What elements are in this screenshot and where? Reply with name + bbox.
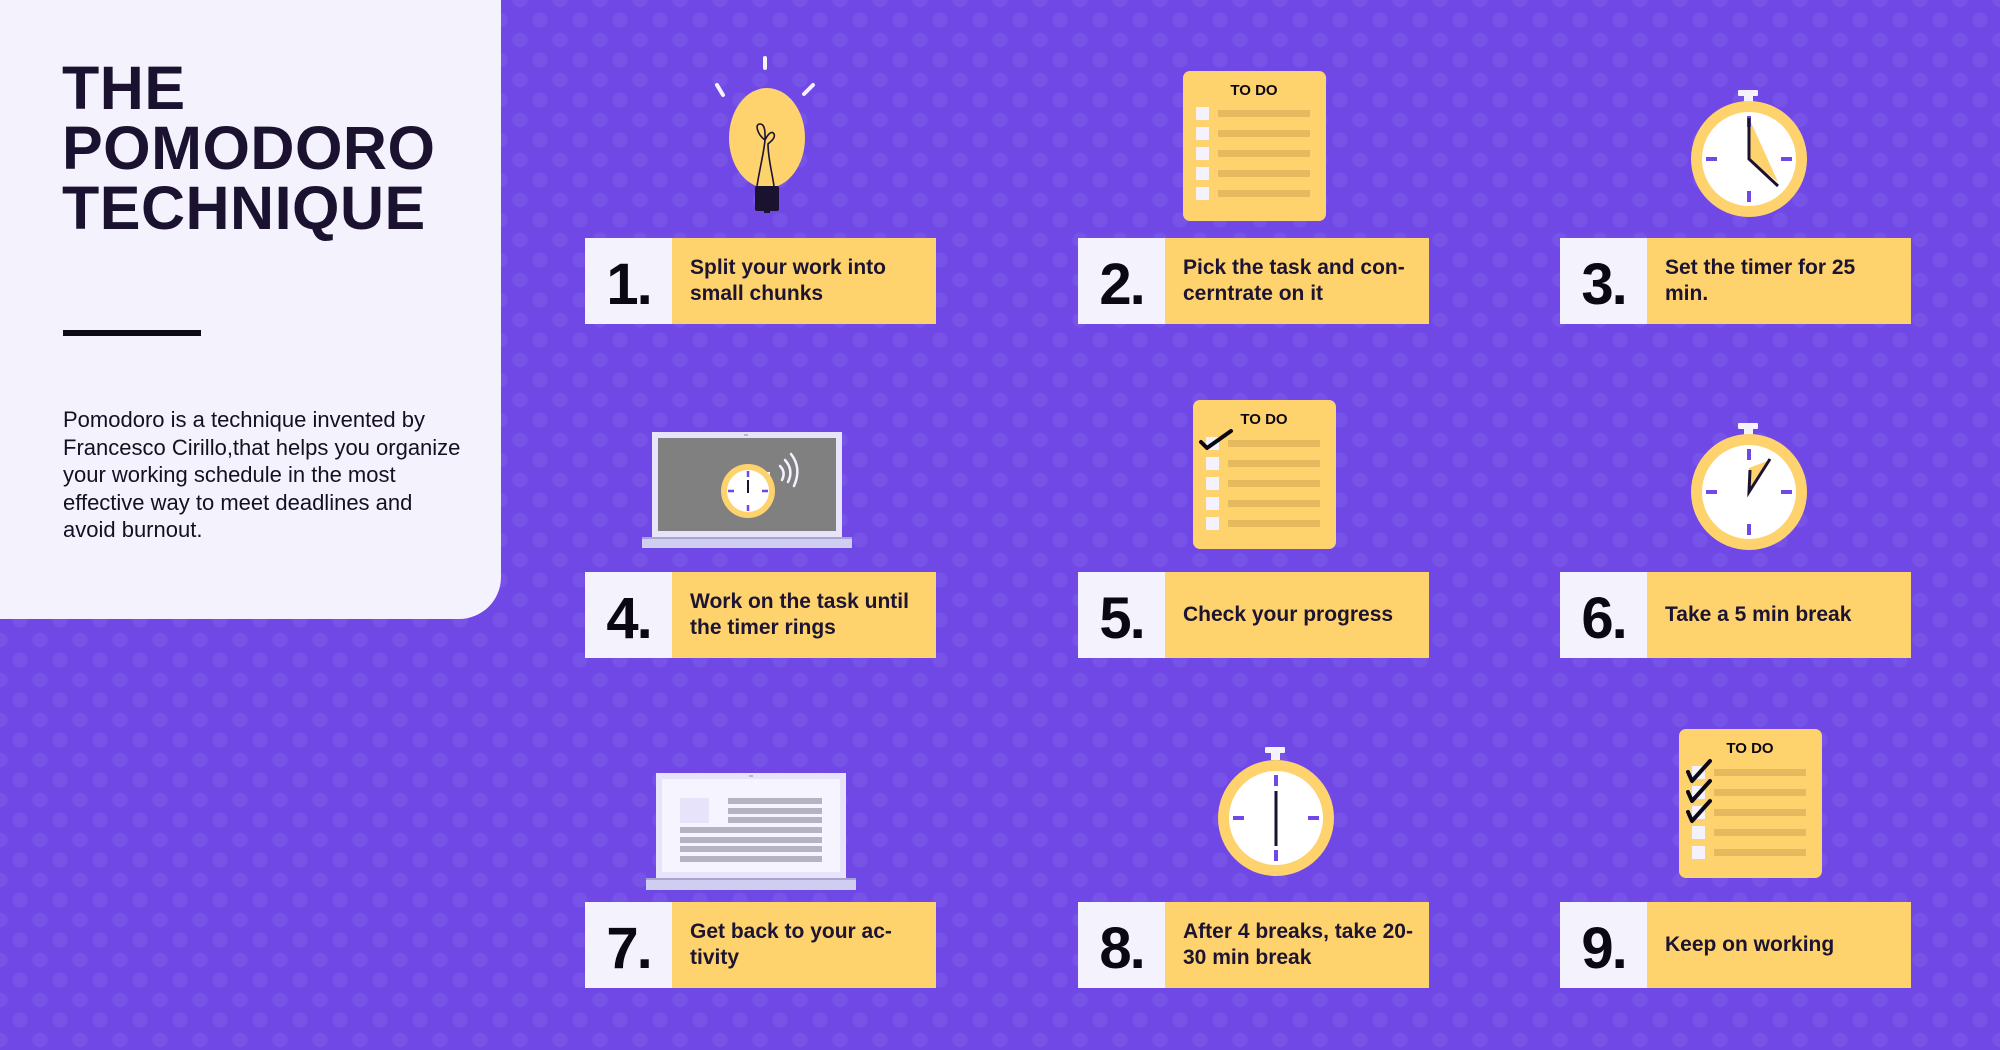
- title-line: TECHNIQUE: [62, 174, 426, 242]
- stopwatch-icon: [1690, 421, 1808, 552]
- step-number: 8.: [1078, 902, 1165, 988]
- step-number: 1.: [585, 238, 672, 324]
- step-text: Keep on working: [1647, 902, 1911, 988]
- step-card: 5. Check your progress: [1078, 572, 1429, 658]
- todo-label: TO DO: [1230, 82, 1278, 99]
- step-number: 6.: [1560, 572, 1647, 658]
- laptop-ringing-timer-icon: [642, 432, 852, 548]
- step-text: Work on the task until the timer rings: [672, 572, 936, 658]
- title-line: POMODORO: [62, 114, 436, 182]
- todo-list-one-checked-icon: TO DO: [1193, 400, 1336, 549]
- step-text: Check your progress: [1165, 572, 1429, 658]
- todo-label: TO DO: [1726, 740, 1774, 757]
- step-number: 9.: [1560, 902, 1647, 988]
- stopwatch-icon: [1690, 88, 1808, 219]
- step-card: 6. Take a 5 min break: [1560, 572, 1911, 658]
- step-card: 4. Work on the task until the timer ring…: [585, 572, 936, 658]
- step-number: 2.: [1078, 238, 1165, 324]
- step-card: 9. Keep on working: [1560, 902, 1911, 988]
- step-number: 5.: [1078, 572, 1165, 658]
- step-text: Split your work into small chunks: [672, 238, 936, 324]
- step-text: After 4 breaks, take 20-30 min break: [1165, 902, 1429, 988]
- todo-list-three-checked-icon: TO DO: [1679, 729, 1822, 878]
- title-divider: [63, 330, 201, 336]
- step-card: 7. Get back to your ac-tivity: [585, 902, 936, 988]
- step-text: Take a 5 min break: [1647, 572, 1911, 658]
- lightbulb-icon: [710, 52, 815, 217]
- step-card: 2. Pick the task and con-cerntrate on it: [1078, 238, 1429, 324]
- intro-panel: THE POMODORO TECHNIQUE Pomodoro is a tec…: [0, 0, 501, 619]
- step-card: 1. Split your work into small chunks: [585, 238, 936, 324]
- step-number: 7.: [585, 902, 672, 988]
- title-line: THE: [62, 54, 186, 122]
- todo-label: TO DO: [1240, 411, 1288, 428]
- step-number: 3.: [1560, 238, 1647, 324]
- laptop-document-icon: [646, 773, 856, 890]
- todo-list-icon: TO DO: [1183, 71, 1326, 221]
- step-text: Set the timer for 25 min.: [1647, 238, 1911, 324]
- page-title: THE POMODORO TECHNIQUE: [62, 54, 482, 242]
- step-card: 8. After 4 breaks, take 20-30 min break: [1078, 902, 1429, 988]
- intro-description: Pomodoro is a technique invented by Fran…: [63, 407, 461, 542]
- stopwatch-icon: [1217, 745, 1335, 876]
- step-text: Get back to your ac-tivity: [672, 902, 936, 988]
- step-number: 4.: [585, 572, 672, 658]
- step-card: 3. Set the timer for 25 min.: [1560, 238, 1911, 324]
- step-text: Pick the task and con-cerntrate on it: [1165, 238, 1429, 324]
